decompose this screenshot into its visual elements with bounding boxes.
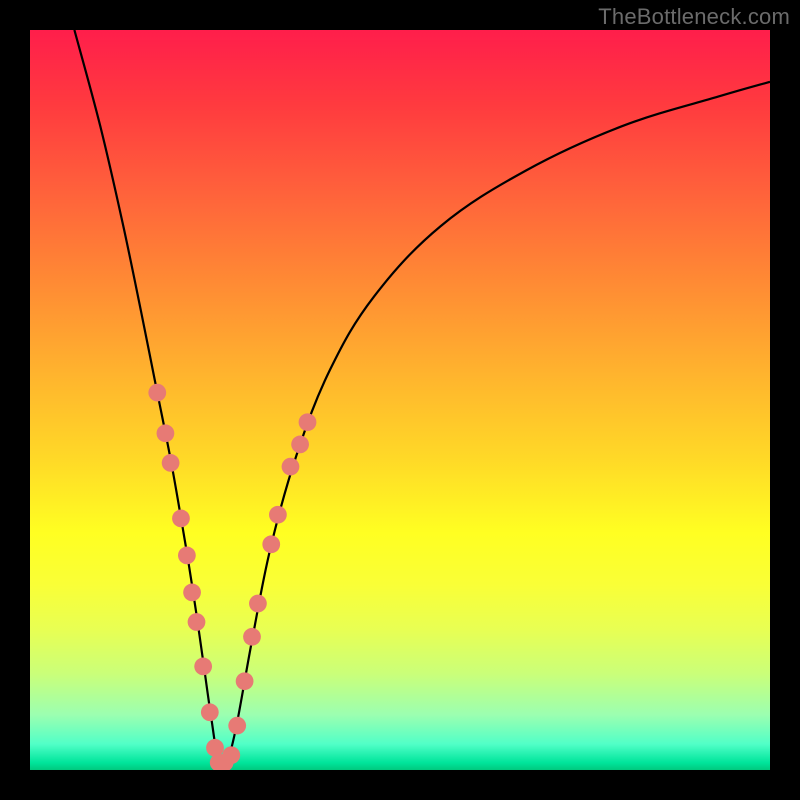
marker-dot bbox=[194, 658, 212, 676]
marker-dot bbox=[172, 510, 190, 528]
marker-dot bbox=[236, 672, 254, 690]
bottleneck-curve bbox=[74, 30, 770, 768]
marker-dot bbox=[228, 717, 246, 735]
marker-dot bbox=[157, 424, 175, 442]
marker-dot bbox=[269, 506, 287, 524]
plot-area bbox=[30, 30, 770, 770]
marker-dot bbox=[282, 458, 300, 476]
marker-dot bbox=[291, 436, 309, 454]
marker-dot bbox=[222, 746, 240, 764]
marker-dot bbox=[299, 413, 317, 431]
marker-dot bbox=[262, 535, 280, 553]
marker-dot bbox=[201, 703, 219, 721]
marker-dot bbox=[206, 739, 224, 757]
marker-dot bbox=[249, 595, 267, 613]
marker-dot bbox=[178, 547, 196, 565]
curve-line bbox=[74, 30, 770, 768]
highlighted-points bbox=[148, 384, 316, 770]
marker-dot bbox=[183, 584, 201, 602]
marker-dot bbox=[243, 628, 261, 646]
marker-dot bbox=[162, 454, 180, 472]
chart-svg bbox=[30, 30, 770, 770]
marker-dot bbox=[148, 384, 166, 402]
watermark-text: TheBottleneck.com bbox=[598, 4, 790, 30]
chart-frame: TheBottleneck.com bbox=[0, 0, 800, 800]
marker-dot bbox=[188, 613, 206, 631]
